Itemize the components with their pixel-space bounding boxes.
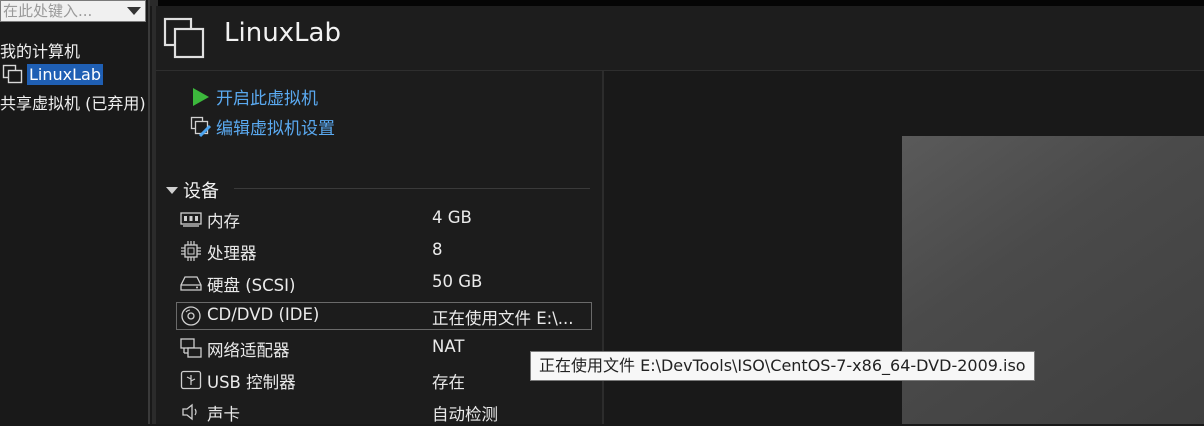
power-on-vm-link[interactable]: 开启此虚拟机 bbox=[190, 84, 318, 109]
device-name: USB 控制器 bbox=[207, 373, 296, 392]
device-value: NAT bbox=[432, 337, 465, 356]
vm-icon bbox=[2, 64, 24, 84]
power-on-label: 开启此虚拟机 bbox=[216, 89, 318, 109]
device-value: 自动检测 bbox=[432, 405, 498, 424]
vm-header: LinuxLab bbox=[156, 6, 1204, 70]
device-value: 正在使用文件 E:\... bbox=[432, 309, 574, 328]
device-row-memory[interactable]: 内存 4 GB bbox=[176, 205, 592, 233]
device-name: 声卡 bbox=[207, 405, 240, 424]
device-name: 处理器 bbox=[207, 244, 257, 263]
edit-settings-icon bbox=[190, 116, 212, 138]
hard-disk-icon bbox=[180, 272, 202, 294]
library-search-input[interactable] bbox=[3, 1, 121, 21]
memory-icon bbox=[180, 208, 202, 230]
device-value: 存在 bbox=[432, 373, 465, 392]
play-icon bbox=[190, 86, 212, 108]
network-adapter-icon bbox=[180, 337, 202, 359]
sound-icon bbox=[180, 401, 202, 423]
device-row-sound-card[interactable]: 声卡 自动检测 bbox=[176, 398, 592, 426]
edit-settings-label: 编辑虚拟机设置 bbox=[216, 119, 335, 139]
device-name: 内存 bbox=[207, 212, 240, 231]
search-dropdown-arrow-icon[interactable] bbox=[127, 7, 141, 15]
device-row-cd-dvd[interactable]: CD/DVD (IDE) 正在使用文件 E:\... bbox=[176, 302, 592, 330]
vm-title: LinuxLab bbox=[224, 18, 341, 48]
device-row-processor[interactable]: 处理器 8 bbox=[176, 237, 592, 265]
devices-section-rule bbox=[234, 188, 590, 189]
device-name: 硬盘 (SCSI) bbox=[207, 276, 296, 295]
tree-item-linuxlab[interactable]: LinuxLab bbox=[2, 63, 103, 85]
devices-section-title: 设备 bbox=[183, 181, 219, 202]
cpu-icon bbox=[180, 240, 202, 262]
library-pane: 我的计算机 LinuxLab 共享虚拟机 (已弃用) bbox=[0, 0, 150, 424]
device-row-hard-disk[interactable]: 硬盘 (SCSI) 50 GB bbox=[176, 269, 592, 297]
device-value: 50 GB bbox=[432, 272, 483, 291]
collapse-triangle-icon bbox=[166, 186, 178, 194]
device-value: 8 bbox=[432, 240, 443, 259]
vm-header-icon bbox=[162, 16, 208, 62]
tree-item-my-computer[interactable]: 我的计算机 bbox=[0, 38, 80, 62]
device-value: 4 GB bbox=[432, 208, 472, 227]
library-splitter[interactable] bbox=[148, 0, 150, 424]
device-name: 网络适配器 bbox=[207, 341, 290, 360]
usb-icon bbox=[180, 369, 202, 391]
library-search-box[interactable] bbox=[0, 0, 146, 22]
tree-item-shared-vms[interactable]: 共享虚拟机 (已弃用) bbox=[0, 90, 146, 114]
edit-vm-settings-link[interactable]: 编辑虚拟机设置 bbox=[190, 114, 335, 139]
cd-dvd-icon bbox=[180, 305, 202, 327]
tree-item-label: LinuxLab bbox=[27, 63, 103, 85]
devices-section-header[interactable]: 设备 bbox=[166, 177, 219, 203]
cd-dvd-path-tooltip: 正在使用文件 E:\DevTools\ISO\CentOS-7-x86_64-D… bbox=[530, 351, 1035, 381]
device-name: CD/DVD (IDE) bbox=[207, 305, 320, 324]
